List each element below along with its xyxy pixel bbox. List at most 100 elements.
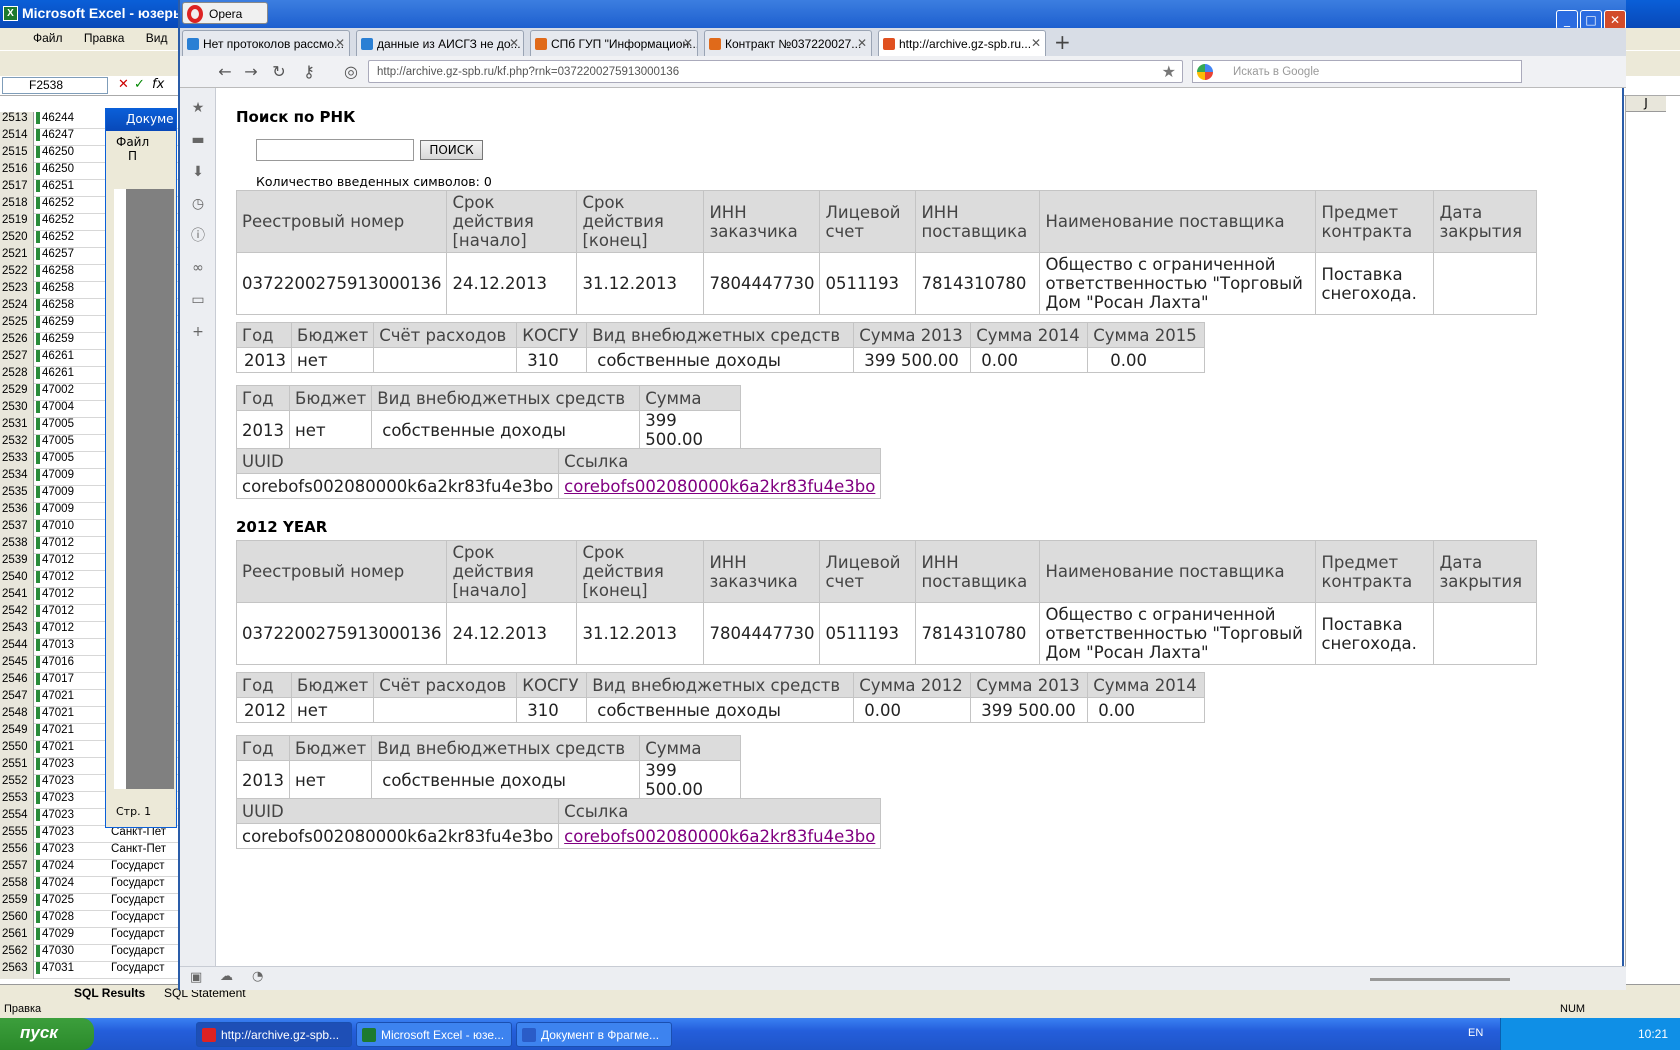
row-number[interactable]: 2527 bbox=[0, 350, 34, 367]
taskbar-word[interactable]: Документ в Фрагме... bbox=[516, 1022, 672, 1047]
row-number[interactable]: 2529 bbox=[0, 384, 34, 401]
row-number[interactable]: 2545 bbox=[0, 656, 34, 673]
row-number[interactable]: 2541 bbox=[0, 588, 34, 605]
notes-icon[interactable]: ▬ bbox=[190, 132, 206, 148]
start-button[interactable]: пуск bbox=[0, 1018, 94, 1050]
column-j-header[interactable]: J bbox=[1626, 96, 1666, 112]
zoom-slider[interactable] bbox=[1370, 978, 1510, 981]
cell-a[interactable]: 46258 bbox=[36, 265, 74, 277]
cell-a[interactable]: 47023 bbox=[36, 775, 74, 787]
cell-a[interactable]: 47012 bbox=[36, 554, 74, 566]
cell-b[interactable]: Государст bbox=[111, 911, 165, 923]
close-button[interactable]: ✕ bbox=[1604, 10, 1626, 30]
tab-0[interactable]: Нет протоколов рассмо... ✕ bbox=[182, 30, 350, 56]
cell-b[interactable]: Государст bbox=[111, 945, 165, 957]
rnk-search-input[interactable] bbox=[256, 139, 414, 161]
opera-menu-button[interactable]: Opera bbox=[182, 2, 268, 24]
cell-a[interactable]: 47023 bbox=[36, 792, 74, 804]
excel-row[interactable]: 2558 47024 Государст bbox=[0, 877, 180, 894]
excel-row[interactable]: 2563 47031 Государст bbox=[0, 962, 180, 979]
row-number[interactable]: 2521 bbox=[0, 248, 34, 265]
cell-b[interactable]: Государст bbox=[111, 962, 165, 974]
row-number[interactable]: 2538 bbox=[0, 537, 34, 554]
tab-close-icon[interactable]: ✕ bbox=[335, 36, 345, 50]
info-icon[interactable]: ⓘ bbox=[190, 228, 206, 244]
add-panel-icon[interactable]: + bbox=[190, 324, 206, 340]
cell-a[interactable]: 47023 bbox=[36, 826, 74, 838]
excel-row[interactable]: 2562 47030 Государст bbox=[0, 945, 180, 962]
bookmark-star-icon[interactable]: ★ bbox=[1162, 62, 1176, 82]
cell-a[interactable]: 46261 bbox=[36, 350, 74, 362]
cell-a[interactable]: 47009 bbox=[36, 486, 74, 498]
row-number[interactable]: 2528 bbox=[0, 367, 34, 384]
tab-close-icon[interactable]: ✕ bbox=[509, 36, 519, 50]
row-number[interactable]: 2540 bbox=[0, 571, 34, 588]
row-number[interactable]: 2546 bbox=[0, 673, 34, 690]
cell-a[interactable]: 46261 bbox=[36, 367, 74, 379]
tab-close-icon[interactable]: ✕ bbox=[857, 36, 867, 50]
search-input[interactable]: Искать в Google bbox=[1192, 60, 1522, 83]
cell-a[interactable]: 47023 bbox=[36, 843, 74, 855]
key-icon[interactable]: ⚷ bbox=[298, 61, 320, 83]
cell-a[interactable]: 47021 bbox=[36, 707, 74, 719]
cell-a[interactable]: 46257 bbox=[36, 248, 74, 260]
cell-a[interactable]: 47004 bbox=[36, 401, 74, 413]
row-number[interactable]: 2556 bbox=[0, 843, 34, 860]
cell-a[interactable]: 47012 bbox=[36, 537, 74, 549]
row-number[interactable]: 2560 bbox=[0, 911, 34, 928]
sheet-tab-sql-results[interactable]: SQL Results bbox=[74, 986, 145, 1000]
downloads-icon[interactable]: ⬇ bbox=[190, 164, 206, 180]
excel-menu-file[interactable]: Файл bbox=[24, 28, 72, 48]
taskbar-excel[interactable]: Microsoft Excel - юзе... bbox=[356, 1022, 512, 1047]
row-number[interactable]: 2537 bbox=[0, 520, 34, 537]
row-number[interactable]: 2558 bbox=[0, 877, 34, 894]
cell-a[interactable]: 47017 bbox=[36, 673, 74, 685]
cell-a[interactable]: 47012 bbox=[36, 588, 74, 600]
row-number[interactable]: 2536 bbox=[0, 503, 34, 520]
uuid-link[interactable]: corebofs002080000k6a2kr83fu4e3bo bbox=[558, 823, 882, 849]
cell-b[interactable]: Санкт-Пет bbox=[111, 843, 166, 855]
panel-toggle-icon[interactable]: ▣ bbox=[190, 970, 202, 985]
links-icon[interactable]: ∞ bbox=[190, 260, 206, 276]
cell-a[interactable]: 47028 bbox=[36, 911, 74, 923]
row-number[interactable]: 2563 bbox=[0, 962, 34, 979]
row-number[interactable]: 2551 bbox=[0, 758, 34, 775]
cell-a[interactable]: 47013 bbox=[36, 639, 74, 651]
row-number[interactable]: 2514 bbox=[0, 129, 34, 146]
tab-close-icon[interactable]: ✕ bbox=[1031, 36, 1041, 50]
cell-a[interactable]: 46251 bbox=[36, 180, 74, 192]
cell-a[interactable]: 47031 bbox=[36, 962, 74, 974]
excel-row[interactable]: 2561 47029 Государст bbox=[0, 928, 180, 945]
row-number[interactable]: 2518 bbox=[0, 197, 34, 214]
excel-row[interactable]: 2560 47028 Государст bbox=[0, 911, 180, 928]
row-number[interactable]: 2532 bbox=[0, 435, 34, 452]
row-number[interactable]: 2531 bbox=[0, 418, 34, 435]
excel-row[interactable]: 2555 47023 Санкт-Пет bbox=[0, 826, 180, 843]
row-number[interactable]: 2519 bbox=[0, 214, 34, 231]
cell-a[interactable]: 47021 bbox=[36, 724, 74, 736]
cell-a[interactable]: 47009 bbox=[36, 469, 74, 481]
cell-a[interactable]: 47025 bbox=[36, 894, 74, 906]
row-number[interactable]: 2549 bbox=[0, 724, 34, 741]
cell-a[interactable]: 47010 bbox=[36, 520, 74, 532]
cell-a[interactable]: 46252 bbox=[36, 197, 74, 209]
excel-menu-edit[interactable]: Правка bbox=[75, 28, 134, 48]
function-icon[interactable]: fx bbox=[152, 77, 164, 92]
cell-a[interactable]: 47030 bbox=[36, 945, 74, 957]
row-number[interactable]: 2535 bbox=[0, 486, 34, 503]
taskbar-opera[interactable]: http://archive.gz-spb... bbox=[196, 1022, 352, 1047]
row-number[interactable]: 2548 bbox=[0, 707, 34, 724]
row-number[interactable]: 2561 bbox=[0, 928, 34, 945]
row-number[interactable]: 2525 bbox=[0, 316, 34, 333]
row-number[interactable]: 2530 bbox=[0, 401, 34, 418]
row-number[interactable]: 2543 bbox=[0, 622, 34, 639]
panel-icon[interactable]: ▭ bbox=[190, 292, 206, 308]
row-number[interactable]: 2513 bbox=[0, 112, 34, 129]
row-number[interactable]: 2547 bbox=[0, 690, 34, 707]
cell-a[interactable]: 47012 bbox=[36, 571, 74, 583]
tab-2[interactable]: СПб ГУП "Информацион... ✕ bbox=[530, 30, 698, 56]
forward-icon[interactable]: → bbox=[240, 61, 262, 83]
row-number[interactable]: 2534 bbox=[0, 469, 34, 486]
row-number[interactable]: 2517 bbox=[0, 180, 34, 197]
maximize-button[interactable]: □ bbox=[1580, 10, 1602, 30]
